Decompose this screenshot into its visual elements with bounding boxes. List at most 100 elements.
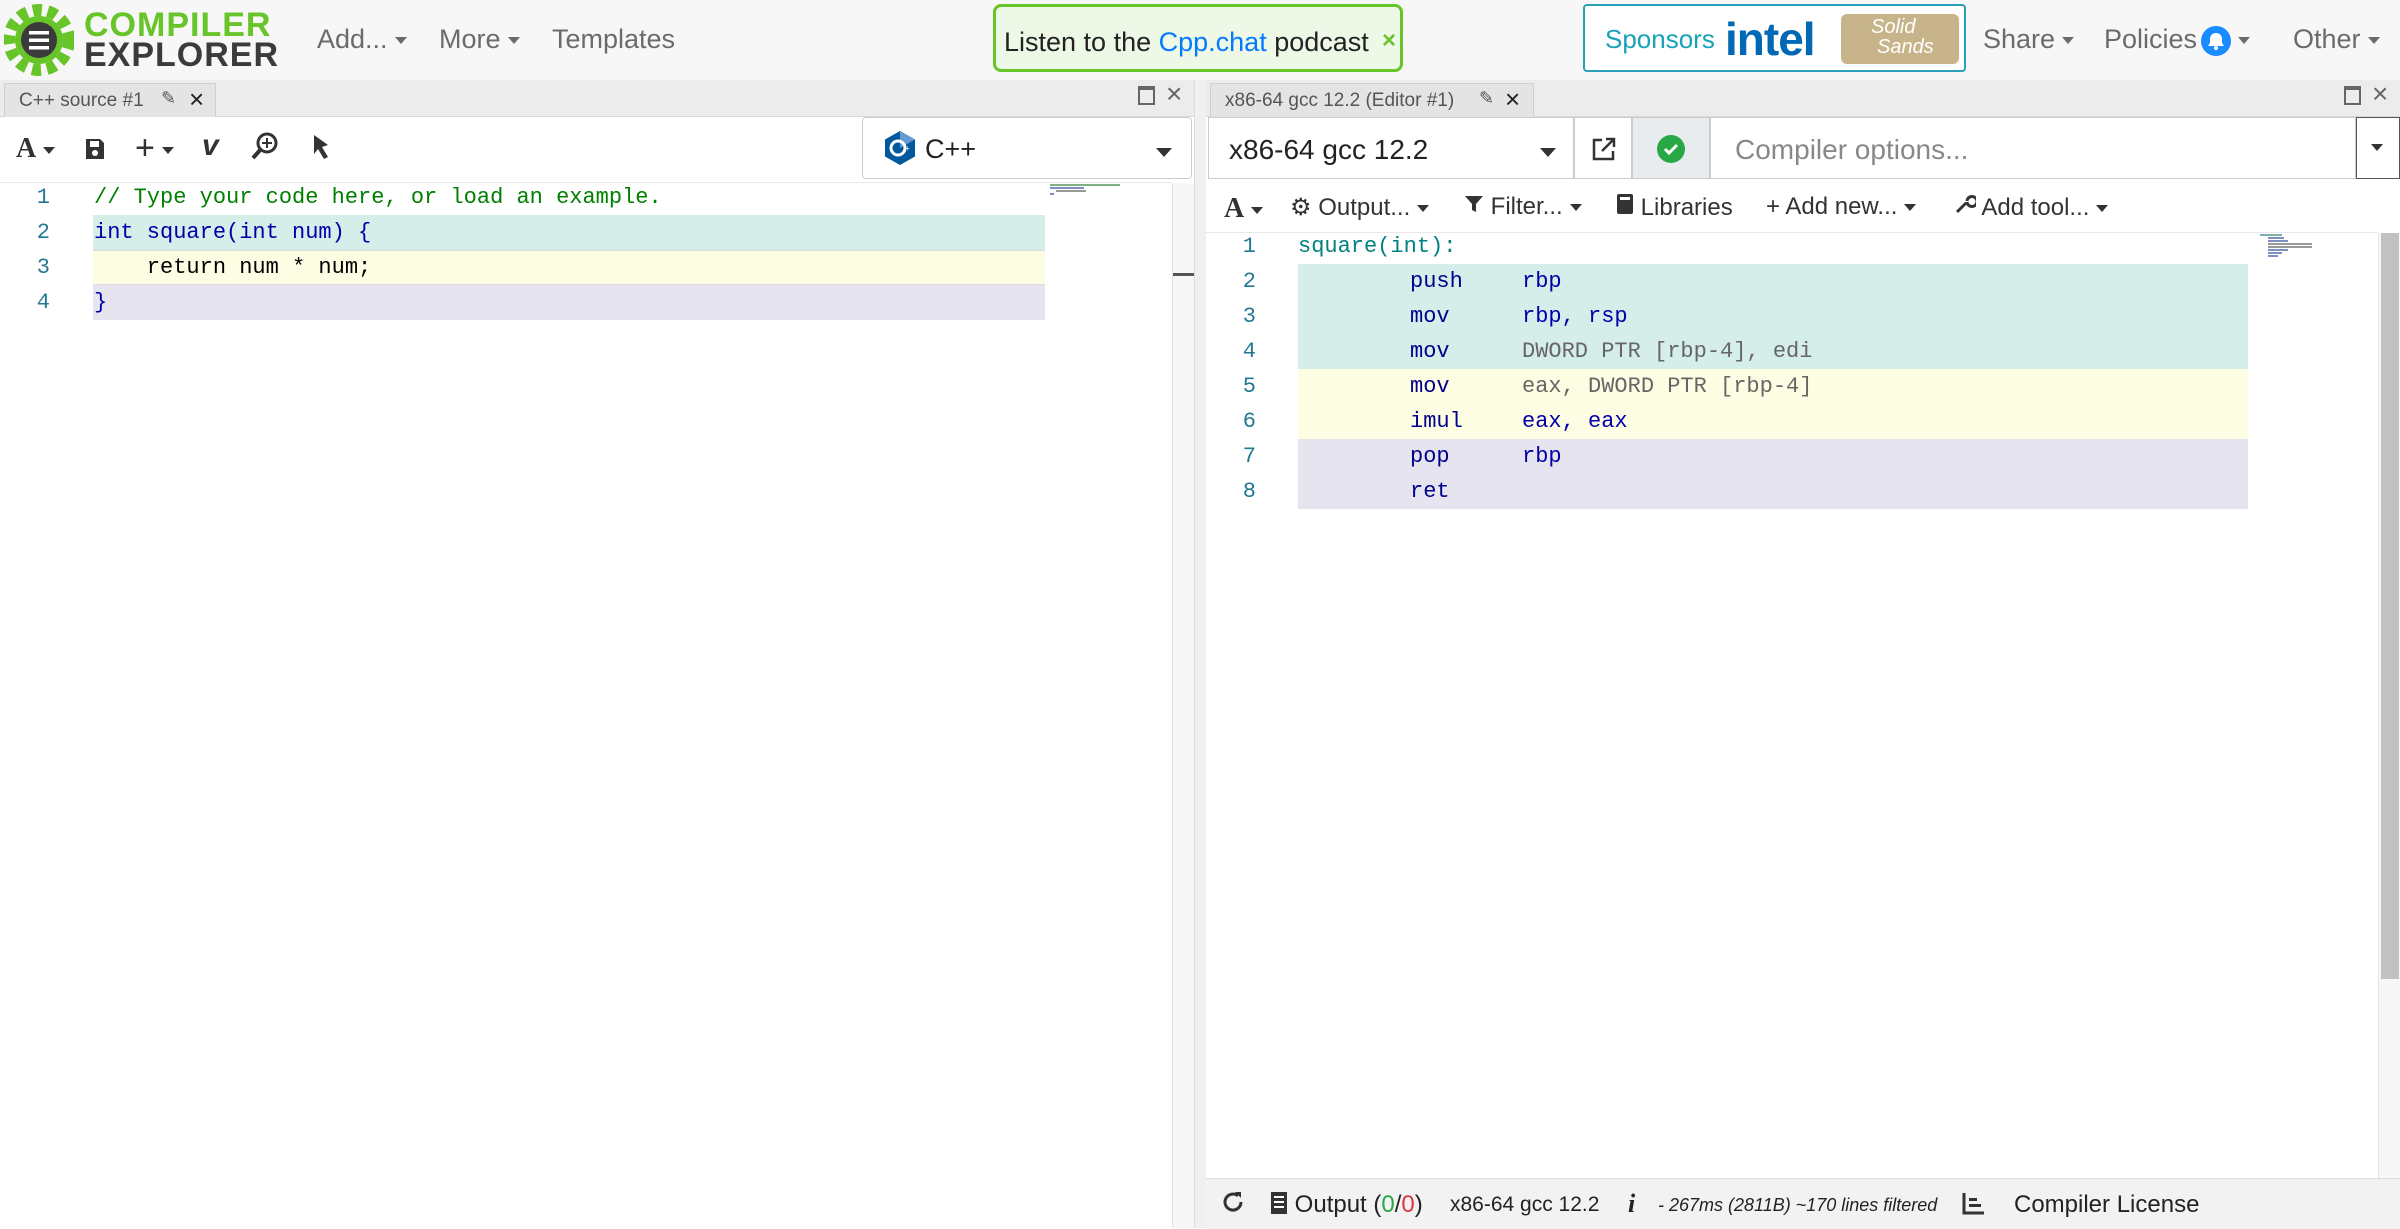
check-circle-icon: [1657, 135, 1685, 163]
compiler-status-bar: Output (0/0) x86-64 gcc 12.2 i - 267ms (…: [1206, 1178, 2400, 1229]
libraries-button[interactable]: Libraries: [1616, 193, 1733, 222]
share-label: Share: [1983, 24, 2056, 54]
templates-link[interactable]: Templates: [552, 24, 675, 55]
close-pane-icon[interactable]: ×: [1166, 78, 1182, 110]
recompile-icon[interactable]: [1220, 1189, 1246, 1220]
logo-gear-icon[interactable]: [3, 2, 75, 78]
line-number: 3: [1242, 304, 1256, 329]
chevron-down-icon: [2062, 37, 2075, 45]
other-menu[interactable]: Other: [2293, 24, 2380, 55]
compiler-tab-title: x86-64 gcc 12.2 (Editor #1): [1225, 90, 1455, 111]
compiler-name: x86-64 gcc 12.2: [1229, 134, 1429, 165]
asm-instruction: mov: [1410, 339, 1450, 364]
asm-operands: eax, eax: [1522, 409, 1628, 434]
popout-button[interactable]: [1574, 117, 1632, 179]
line-number: 7: [1242, 444, 1256, 469]
pencil-icon[interactable]: ✎: [1479, 88, 1494, 109]
compiler-options-input[interactable]: Compiler options...: [1710, 117, 2356, 179]
add-menu[interactable]: Add...: [317, 24, 407, 55]
book-icon: [1616, 194, 1634, 221]
asm-instruction: imul: [1410, 409, 1463, 434]
tab-compiler[interactable]: x86-64 gcc 12.2 (Editor #1) ✎ ×: [1210, 83, 1534, 117]
minimap[interactable]: [1050, 183, 1120, 197]
chevron-down-icon: [394, 37, 407, 45]
svg-text:+: +: [905, 144, 910, 153]
close-pane-icon[interactable]: ×: [2372, 78, 2388, 110]
minimap[interactable]: [2260, 233, 2330, 257]
status-compiler-name: x86-64 gcc 12.2: [1450, 1193, 1600, 1216]
font-button-label: A: [1224, 193, 1245, 224]
output-menu-label: Output...: [1318, 194, 1411, 221]
vertical-scrollbar[interactable]: [2378, 233, 2400, 1178]
add-pane-button[interactable]: +: [135, 129, 174, 168]
sponsors-box[interactable]: Sponsors intel Solid Sands: [1583, 4, 1966, 72]
banner-close-icon[interactable]: ×: [1382, 27, 1396, 55]
filter-menu[interactable]: Filter...: [1464, 193, 1582, 221]
options-dropdown-button[interactable]: [2356, 117, 2400, 179]
source-tabbar: C++ source #1 ✎ × ×: [0, 78, 1194, 117]
compile-timing: - 267ms (2811B) ~170 lines filtered: [1658, 1195, 1938, 1215]
close-icon[interactable]: ×: [1505, 84, 1520, 115]
line-number: 2: [1242, 269, 1256, 294]
add-menu-label: Add...: [317, 24, 388, 54]
logo-text-bottom: EXPLORER: [84, 36, 280, 74]
share-menu[interactable]: Share: [1983, 24, 2075, 55]
assembly-output[interactable]: 1 2 3 4 5 6 7 8 square(int): push rbp mo…: [1206, 233, 2378, 1178]
chevron-down-icon: [1533, 144, 1556, 162]
intel-logo[interactable]: intel: [1725, 12, 1816, 66]
tab-source[interactable]: C++ source #1 ✎ ×: [4, 83, 216, 117]
zoom-search-icon[interactable]: [250, 131, 280, 166]
asm-operands: eax, DWORD PTR [rbp-4]: [1522, 374, 1813, 399]
font-size-button[interactable]: A: [1224, 193, 1264, 225]
filter-icon: [1464, 193, 1484, 220]
line-number: 3: [36, 255, 50, 280]
asm-operands: rbp: [1522, 444, 1562, 469]
cppchat-link[interactable]: Cpp.chat: [1159, 27, 1267, 57]
output-button[interactable]: Output (0/0): [1270, 1191, 1423, 1219]
line-number: 2: [36, 220, 50, 245]
save-icon[interactable]: [84, 137, 106, 166]
policies-menu[interactable]: Policies: [2104, 24, 2251, 56]
info-icon[interactable]: i: [1628, 1189, 1635, 1219]
compile-status-indicator[interactable]: [1632, 117, 1710, 179]
compiler-license-link[interactable]: Compiler License: [2014, 1191, 2199, 1219]
line-number: 1: [36, 185, 50, 210]
line-number: 5: [1242, 374, 1256, 399]
code-line: }: [94, 290, 108, 315]
policies-label: Policies: [2104, 24, 2198, 54]
compiler-select-row: x86-64 gcc 12.2 Compiler options...: [1206, 117, 2400, 181]
solid-sands-logo[interactable]: Solid Sands: [1841, 14, 1959, 64]
top-navbar: COMPILER EXPLORER Add... More Templates …: [0, 0, 2400, 81]
external-link-icon: [1592, 137, 1616, 161]
add-new-menu[interactable]: + Add new...: [1766, 193, 1917, 221]
source-editor[interactable]: 1 2 3 4 // Type your code here, or load …: [0, 183, 1172, 1228]
source-tab-title: C++ source #1: [19, 90, 144, 111]
maximize-icon[interactable]: [1138, 86, 1155, 105]
asm-operands: DWORD PTR [rbp-4], edi: [1522, 339, 1813, 364]
line-number: 1: [1242, 234, 1256, 259]
add-tool-menu[interactable]: Add tool...: [1954, 193, 2109, 222]
language-select[interactable]: + C++: [862, 117, 1192, 179]
output-menu[interactable]: ⚙ Output...: [1290, 193, 1430, 222]
close-icon[interactable]: ×: [189, 84, 204, 115]
more-menu[interactable]: More: [439, 24, 520, 55]
solid-sands-text-2: Sands: [1877, 36, 1934, 58]
chevron-down-icon: [2367, 37, 2380, 45]
font-size-button[interactable]: A: [16, 133, 56, 165]
chevron-down-icon: [507, 37, 520, 45]
quick-fix-icon[interactable]: [306, 131, 336, 166]
vim-mode-icon[interactable]: v: [202, 129, 219, 163]
maximize-icon[interactable]: [2344, 86, 2361, 105]
scrollbar-thumb[interactable]: [2381, 233, 2399, 979]
compiler-picker[interactable]: x86-64 gcc 12.2: [1208, 117, 1574, 179]
vertical-scrollbar[interactable]: [1172, 183, 1195, 1228]
bar-chart-icon[interactable]: [1962, 1191, 1986, 1220]
code-line: int square(int num) {: [94, 220, 372, 245]
compiler-options-placeholder: Compiler options...: [1735, 134, 1969, 165]
asm-instruction: push: [1410, 269, 1463, 294]
output-label: Output (: [1294, 1191, 1382, 1218]
pencil-icon[interactable]: ✎: [161, 88, 176, 109]
line-number: 8: [1242, 479, 1256, 504]
podcast-banner: Listen to the Cpp.chat podcast ×: [993, 4, 1403, 72]
output-ok-count: 0: [1381, 1191, 1395, 1218]
